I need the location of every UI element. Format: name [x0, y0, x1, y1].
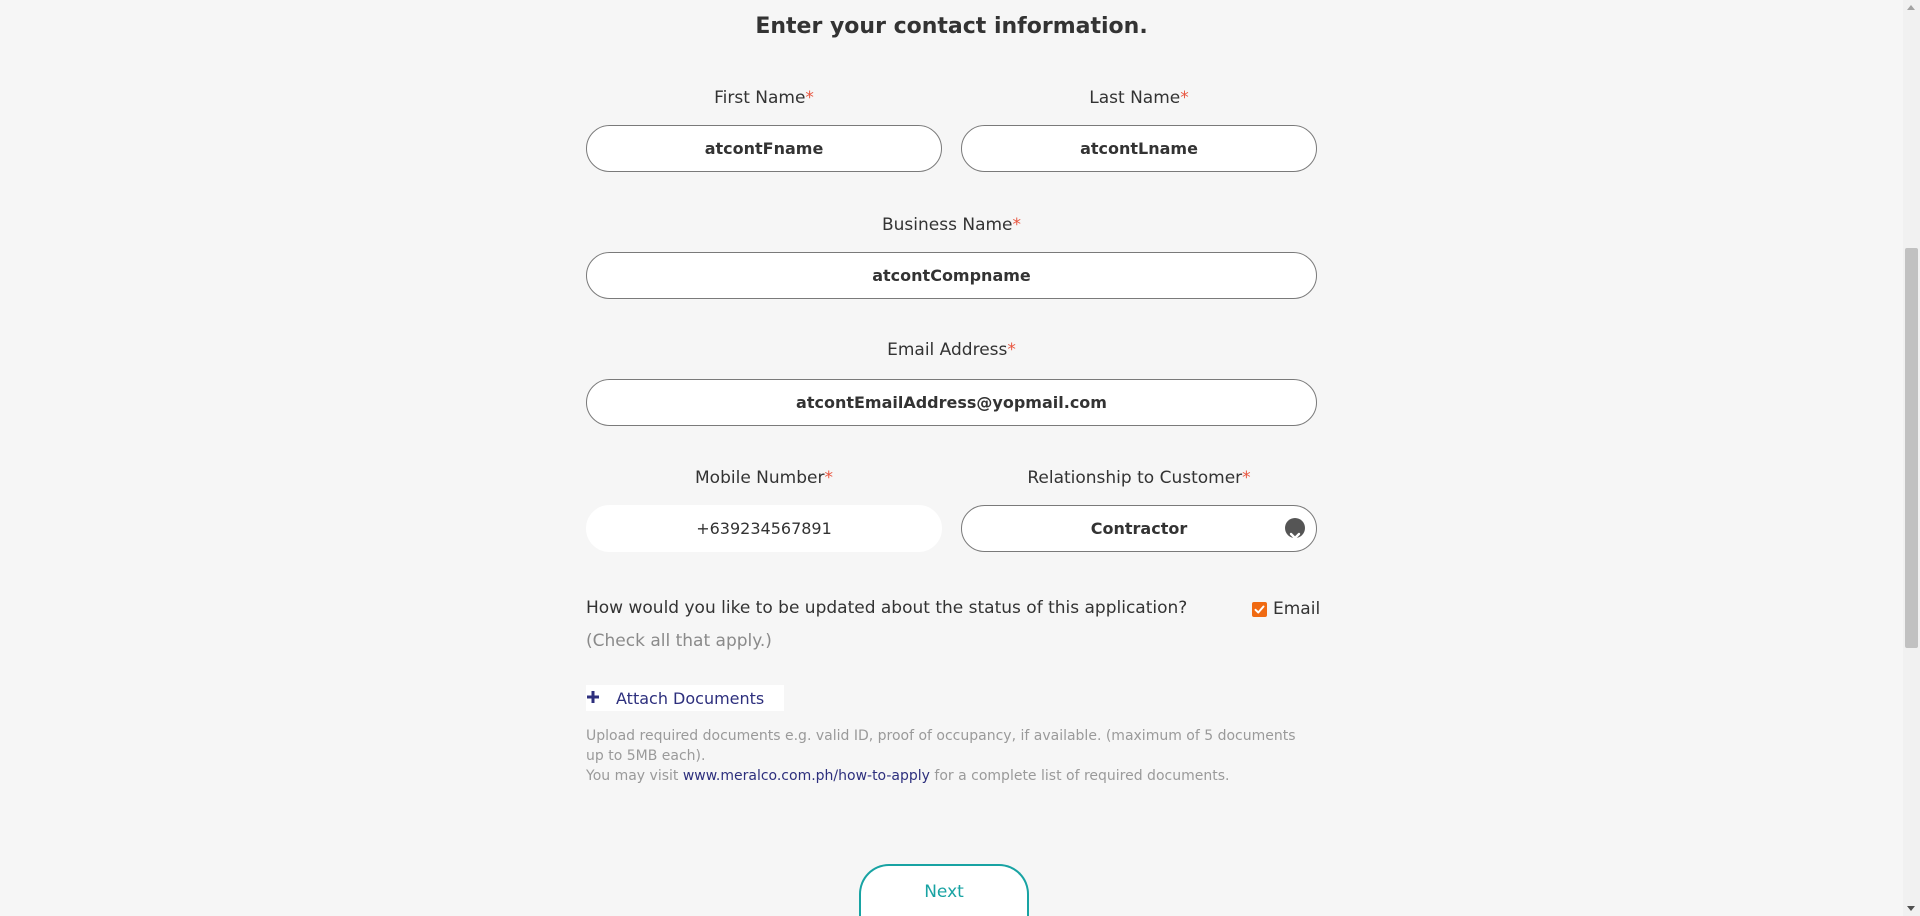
chevron-down-icon-glyph — [1289, 532, 1301, 540]
how-to-apply-link[interactable]: www.meralco.com.ph/how-to-apply — [683, 768, 930, 784]
page-scrollbar[interactable] — [1903, 0, 1920, 916]
next-button[interactable]: Next — [859, 864, 1029, 916]
scrollbar-thumb[interactable] — [1905, 248, 1918, 648]
required-marker: * — [1007, 340, 1016, 360]
email-label: Email Address* — [887, 340, 1016, 360]
plus-icon — [586, 689, 616, 708]
relationship-label: Relationship to Customer* — [1027, 468, 1251, 488]
attach-documents-label: Attach Documents — [616, 688, 765, 708]
updates-question: How would you like to be updated about t… — [586, 598, 1188, 618]
first-name-label: First Name* — [714, 88, 814, 108]
mobile-label: Mobile Number* — [695, 468, 833, 488]
contact-info-page: Enter your contact information. First Na… — [0, 0, 1920, 916]
required-marker: * — [1180, 88, 1189, 108]
relationship-select[interactable]: Contractor — [961, 505, 1317, 552]
scroll-up-icon[interactable] — [1907, 5, 1915, 10]
updates-hint: (Check all that apply.) — [586, 631, 772, 651]
chevron-down-icon[interactable] — [1285, 518, 1305, 540]
last-name-input[interactable] — [961, 125, 1317, 172]
mobile-input[interactable] — [586, 505, 942, 552]
first-name-input[interactable] — [586, 125, 942, 172]
business-name-label: Business Name* — [881, 215, 1022, 235]
attach-documents-button[interactable]: Attach Documents — [586, 685, 784, 711]
relationship-value: Contractor — [1090, 519, 1188, 538]
required-marker: * — [805, 88, 814, 108]
email-option[interactable]: Email — [1252, 599, 1320, 619]
helper-suffix: for a complete list of required document… — [934, 768, 1230, 784]
email-option-label: Email — [1273, 599, 1321, 619]
email-input[interactable] — [586, 379, 1317, 426]
last-name-label: Last Name* — [1089, 88, 1189, 108]
required-marker: * — [1242, 468, 1251, 488]
required-marker: * — [824, 468, 833, 488]
upload-helper-text: Upload required documents e.g. valid ID,… — [586, 726, 1316, 786]
upload-helper-line2: You may visit www.meralco.com.ph/how-to-… — [586, 766, 1316, 786]
page-title: Enter your contact information. — [755, 14, 1148, 39]
required-marker: * — [1012, 215, 1022, 235]
plus-icon-glyph — [587, 690, 599, 703]
email-checkbox[interactable] — [1252, 601, 1267, 617]
checkmark-icon — [1254, 605, 1265, 613]
business-name-input[interactable] — [586, 252, 1317, 299]
helper-prefix: You may visit — [586, 768, 679, 784]
upload-helper-line1: Upload required documents e.g. valid ID,… — [586, 728, 1296, 764]
scroll-down-icon[interactable] — [1907, 906, 1915, 911]
